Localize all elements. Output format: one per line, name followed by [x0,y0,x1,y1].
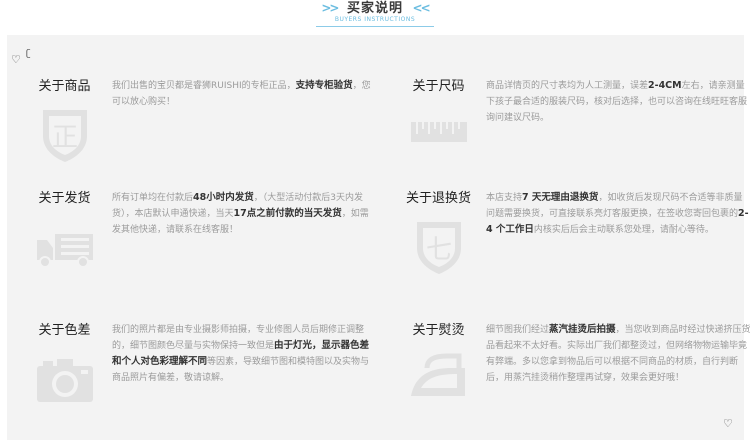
section-shipping: 关于发货 所有订单均在付款后48小时内发货，（大型活动付款后3天内发货），本店默… [27,190,387,300]
delivery-truck-icon [33,214,97,278]
section-body: 商品详情页的尺寸表均为人工测量，误差2-4CM左右，请亲测量下孩子最合适的服装尺… [486,80,748,123]
section-title: 关于退换货 [405,191,471,206]
heart-doodle-icon: ♡ [11,53,21,66]
badge-glyph: 正 [52,123,78,153]
section-title: 关于色差 [38,323,91,338]
header-arrow-right: << [412,1,431,15]
section-size: 关于尺码 商品详情页的尺寸表均为人工测量，误差2-4CM左右，请亲测量下孩子最合… [401,78,750,188]
badge-zheng-icon: 正 [33,102,97,166]
header-title-row: >> 买家说明 << [0,0,750,17]
ruler-icon [407,102,471,166]
section-product: 关于商品 正 我们出售的宝贝都是睿狮RUISHI的专柜正品，支持专柜验货，您可以… [27,78,387,188]
sparkle-doodle-icon: ʗ [26,49,31,59]
section-returns: 关于退换货 七 本店支持7 天无理由退换货，如收货后发现尺码不合适等非质量问题需… [401,190,750,300]
section-color: 关于色差 我们的照片都是由专业摄影师拍摄，专业修图人员后期修正调整的，细节图颜色… [27,322,387,432]
section-title: 关于商品 [38,79,91,94]
section-title: 关于发货 [38,191,91,206]
page-title: 买家说明 [346,1,403,16]
section-body: 我们的照片都是由专业摄影师拍摄，专业修图人员后期修正调整的，细节图颜色尽量与实物… [112,325,370,383]
section-body: 我们出售的宝贝都是睿狮RUISHI的专柜正品，支持专柜验货，您可以放心购买！ [112,80,371,107]
page-header: >> 买家说明 << BUYERS INSTRUCTIONS [0,0,750,34]
section-body: 所有订单均在付款后48小时内发货，（大型活动付款后3天内发货），本店默认申通快递… [112,192,369,235]
section-body: 本店支持7 天无理由退换货，如收货后发现尺码不合适等非质量问题需要换货，可直接联… [486,192,749,235]
page-subtitle: BUYERS INSTRUCTIONS [334,16,416,23]
camera-icon [33,346,97,410]
badge-glyph: 七 [426,235,452,265]
section-title: 关于熨烫 [412,323,465,338]
header-arrow-left: >> [321,1,339,15]
header-divider [316,26,434,27]
section-title: 关于尺码 [412,79,465,94]
return-exchange-icon: 七 [407,214,471,278]
section-body: 细节图我们经过蒸汽挂烫后拍摄，当您收到商品时经过快递挤压货品看起来不太好看。实际… [486,324,750,383]
iron-icon [407,346,471,410]
instructions-panel: ♡ ʗ ♡ 关于商品 正 我们出售的宝贝都是睿狮RUISHI的专柜正品，支持专柜… [7,35,750,440]
section-ironing: 关于熨烫 细节图我们经过蒸汽挂烫后拍摄，当您收到商品时经过快递挤压货品看起来不太… [401,322,750,432]
